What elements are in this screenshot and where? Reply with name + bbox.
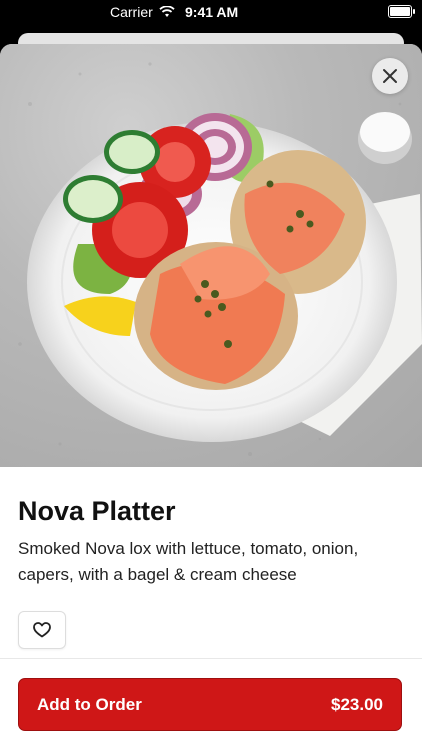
food-illustration — [18, 62, 422, 456]
wifi-icon — [159, 6, 175, 17]
status-time: 9:41 AM — [185, 4, 239, 20]
heart-outline-icon — [33, 622, 51, 638]
status-bar: Carrier 9:41 AM — [0, 0, 422, 26]
add-to-order-label: Add to Order — [37, 694, 142, 714]
item-title: Nova Platter — [18, 496, 176, 526]
add-to-order-button[interactable]: Add to Order $23.00 — [18, 678, 402, 731]
carrier-group: Carrier — [110, 4, 175, 20]
favorite-button[interactable] — [18, 611, 66, 649]
close-icon — [383, 69, 397, 83]
divider — [0, 658, 422, 659]
close-button[interactable] — [372, 58, 408, 94]
item-detail-sheet: Nova Platter Smoked Nova lox with lettuc… — [0, 44, 422, 750]
item-price: $23.00 — [331, 694, 383, 714]
item-description: Smoked Nova lox with lettuce, tomato, on… — [18, 539, 359, 584]
battery-icon — [388, 5, 415, 18]
carrier-label: Carrier — [110, 4, 153, 20]
item-photo — [0, 44, 422, 467]
